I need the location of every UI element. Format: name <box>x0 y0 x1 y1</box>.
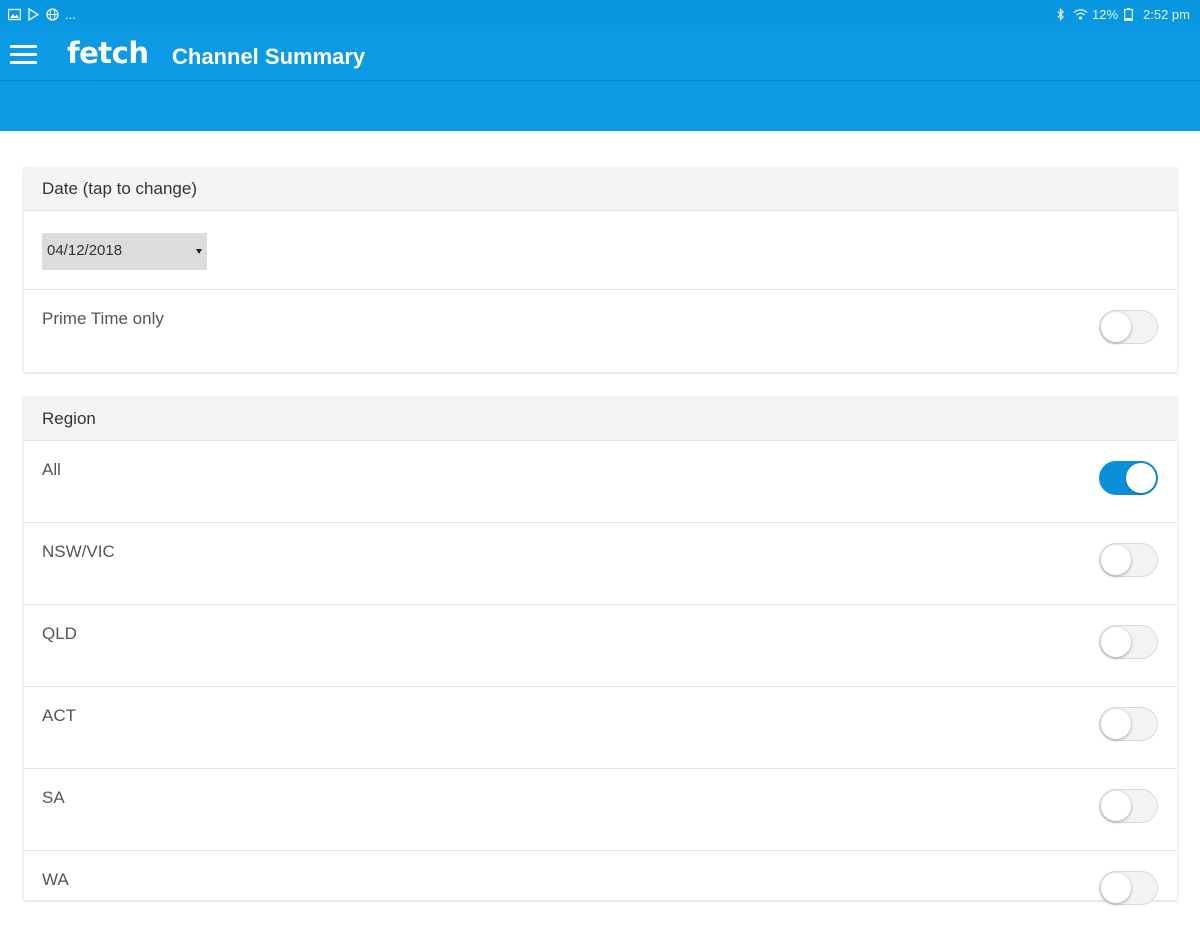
region-label: ACT <box>42 706 76 725</box>
play-store-icon <box>27 7 40 22</box>
region-label: All <box>42 460 61 479</box>
region-toggle-nsw-vic[interactable] <box>1099 543 1158 577</box>
region-toggle-act[interactable] <box>1099 707 1158 741</box>
date-row: 04/12/2018 <box>24 211 1177 290</box>
app-logo: fetch <box>67 36 149 70</box>
region-toggle-sa[interactable] <box>1099 789 1158 823</box>
region-label: WA <box>42 870 69 889</box>
date-card: Date (tap to change) 04/12/2018 Prime Ti… <box>24 167 1177 372</box>
region-row-sa: SA <box>24 769 1177 851</box>
status-system: 12% 2:52 pm <box>1054 7 1190 22</box>
prime-time-row: Prime Time only <box>24 290 1177 372</box>
toggle-knob <box>1126 463 1156 493</box>
status-notifications: ... <box>7 7 76 22</box>
page-title: Channel Summary <box>172 44 366 69</box>
region-label: SA <box>42 788 65 807</box>
clock: 2:52 pm <box>1143 7 1190 22</box>
status-bar: ... 12% 2:52 pm <box>0 0 1200 31</box>
region-label: QLD <box>42 624 77 643</box>
hamburger-menu-icon[interactable] <box>10 45 37 67</box>
region-toggle-all[interactable] <box>1099 461 1158 495</box>
region-row-wa: WA <box>24 851 1177 933</box>
image-icon <box>7 8 22 21</box>
toggle-knob <box>1101 312 1131 342</box>
header-extension <box>0 81 1200 131</box>
toggle-knob <box>1101 545 1131 575</box>
date-dropdown[interactable]: 04/12/2018 <box>42 233 207 270</box>
wifi-icon <box>1073 8 1088 21</box>
bluetooth-icon <box>1054 8 1067 21</box>
prime-time-toggle[interactable] <box>1099 310 1158 344</box>
caret-down-icon <box>196 249 202 254</box>
region-row-nsw-vic: NSW/VIC <box>24 523 1177 605</box>
toggle-knob <box>1101 627 1131 657</box>
notification-overflow: ... <box>65 7 76 22</box>
battery-icon <box>1124 8 1137 22</box>
region-toggle-qld[interactable] <box>1099 625 1158 659</box>
region-row-act: ACT <box>24 687 1177 769</box>
region-card: Region All NSW/VIC QLD ACT SA WA <box>24 397 1177 905</box>
region-row-all: All <box>24 441 1177 523</box>
region-row-qld: QLD <box>24 605 1177 687</box>
toggle-knob <box>1101 873 1131 903</box>
prime-time-label: Prime Time only <box>42 309 164 328</box>
toggle-knob <box>1101 791 1131 821</box>
region-section-header: Region <box>24 397 1177 441</box>
app-bar: fetch Channel Summary <box>0 31 1200 81</box>
date-value: 04/12/2018 <box>47 242 123 259</box>
toggle-knob <box>1101 709 1131 739</box>
globe-icon <box>46 8 59 21</box>
date-section-header: Date (tap to change) <box>24 167 1177 211</box>
region-label: NSW/VIC <box>42 542 115 561</box>
battery-percent: 12% <box>1091 7 1119 22</box>
